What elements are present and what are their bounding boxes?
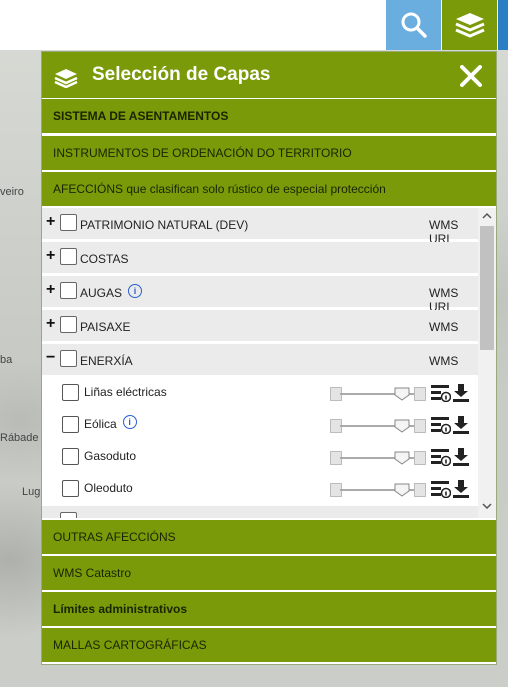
expand-icon[interactable]: + [46,214,55,230]
sublayer-checkbox[interactable] [62,480,79,497]
section-label: MALLAS CARTOGRÁFICAS [53,638,207,652]
sublayer-label: Oleoduto [84,481,133,495]
info-icon[interactable]: i [128,284,143,298]
slider-right-arrow[interactable] [414,387,426,401]
section-afeccions[interactable]: AFECCIÓNS que clasifican solo rústico de… [42,171,496,206]
legend-icon[interactable] [431,384,451,402]
expand-icon[interactable]: + [46,248,55,264]
layer-label: PAISAXE [80,320,131,334]
layer-list: + PATRIMONIO NATURAL (DEV) WMS URL + COS… [42,208,496,518]
sublayer-label: Gasoduto [84,449,137,463]
download-icon[interactable] [453,480,469,498]
layer-checkbox[interactable] [60,512,77,518]
layer-row-enerxia: − ENERXÍA WMS [42,344,478,378]
layer-row-costas: + COSTAS [42,242,478,276]
layers-icon [454,13,485,38]
section-instrumentos-ordenacion[interactable]: INSTRUMENTOS DE ORDENACIÓN DO TERRITORIO [42,135,496,170]
expand-icon[interactable]: + [46,316,55,332]
layer-checkbox[interactable] [60,316,77,333]
map-label: ba [0,354,13,366]
layer-checkbox[interactable] [60,350,77,367]
layer-selection-panel: Selección de Capas SISTEMA DE ASENTAMENT… [41,51,497,665]
layers-icon [54,69,78,88]
service-link[interactable]: WMS [429,354,458,368]
section-label: SISTEMA DE ASENTAMENTOS [53,109,229,123]
sublayer-item: Eólica i [42,408,478,440]
layer-label-wrap: AUGAS i [80,284,143,300]
service-link[interactable]: WMS [429,320,458,334]
sublayer-label: Liñas eléctricas [84,385,167,399]
slider-thumb[interactable] [394,419,410,433]
layer-row-augas: + AUGAS i WMS URL [42,276,478,314]
layer-row-paisaxe: + PAISAXE WMS [42,310,478,344]
legend-icon[interactable] [431,416,451,434]
opacity-slider[interactable] [330,483,426,497]
legend-icon[interactable] [431,448,451,466]
download-icon[interactable] [453,448,469,466]
sublayer-checkbox[interactable] [62,448,79,465]
sublayer-label-wrap: Eólica i [84,415,137,431]
section-label: AFECCIÓNS que clasifican solo rústico de… [53,182,386,196]
layers-button[interactable] [442,0,497,50]
slider-right-arrow[interactable] [414,451,426,465]
map-label: veiro [0,186,24,198]
sublayer-label: Eólica [84,417,117,431]
panel-title: Selección de Capas [92,64,271,85]
opacity-slider[interactable] [330,387,426,401]
legend-icon[interactable] [431,480,451,498]
sublayer-item: Oleoduto [42,472,478,504]
scrollbar-thumb[interactable] [480,226,494,350]
section-limites-administrativos[interactable]: Límites administrativos [42,591,496,626]
collapse-icon[interactable]: − [46,350,55,366]
opacity-slider[interactable] [330,419,426,433]
section-label: OUTRAS AFECCIÓNS [53,530,176,544]
info-icon[interactable]: i [122,415,137,429]
slider-right-arrow[interactable] [414,483,426,497]
layer-checkbox[interactable] [60,214,77,231]
edge-strip [498,0,508,50]
section-label: INSTRUMENTOS DE ORDENACIÓN DO TERRITORIO [53,146,352,160]
slider-thumb[interactable] [394,387,410,401]
sublayer-checkbox[interactable] [62,416,79,433]
slider-right-arrow[interactable] [414,419,426,433]
search-icon [401,12,427,38]
search-button[interactable] [386,0,441,50]
scroll-down-icon[interactable] [482,501,492,511]
sublayer-item: Liñas eléctricas [42,376,478,408]
layer-checkbox[interactable] [60,248,77,265]
layer-label: PATRIMONIO NATURAL (DEV) [80,218,249,232]
section-label: WMS Catastro [53,566,132,580]
layer-row-partial [42,506,478,518]
sublayer-item: Gasoduto [42,440,478,472]
sublayer-checkbox[interactable] [62,384,79,401]
slider-thumb[interactable] [394,451,410,465]
map-label: Lug [22,486,41,498]
scroll-up-icon[interactable] [482,211,492,221]
section-mallas-cartograficas[interactable]: MALLAS CARTOGRÁFICAS [42,627,496,662]
section-label: Límites administrativos [53,602,188,616]
scrollbar[interactable] [478,208,496,518]
slider-thumb[interactable] [394,483,410,497]
layer-label: AUGAS [80,286,123,300]
layer-label: ENERXÍA [80,354,133,368]
download-icon[interactable] [453,416,469,434]
section-sistema-asentamentos[interactable]: SISTEMA DE ASENTAMENTOS [42,98,496,133]
map-label: Rábade [0,432,39,444]
expand-icon[interactable]: + [46,282,55,298]
layer-checkbox[interactable] [60,282,77,299]
layer-row-patrimonio: + PATRIMONIO NATURAL (DEV) WMS URL [42,208,478,246]
section-wms-catastro[interactable]: WMS Catastro [42,555,496,590]
section-outras-afeccions[interactable]: OUTRAS AFECCIÓNS [42,519,496,554]
layer-label: COSTAS [80,252,129,266]
close-icon[interactable] [460,65,482,87]
download-icon[interactable] [453,384,469,402]
opacity-slider[interactable] [330,451,426,465]
panel-header: Selección de Capas [42,52,496,98]
